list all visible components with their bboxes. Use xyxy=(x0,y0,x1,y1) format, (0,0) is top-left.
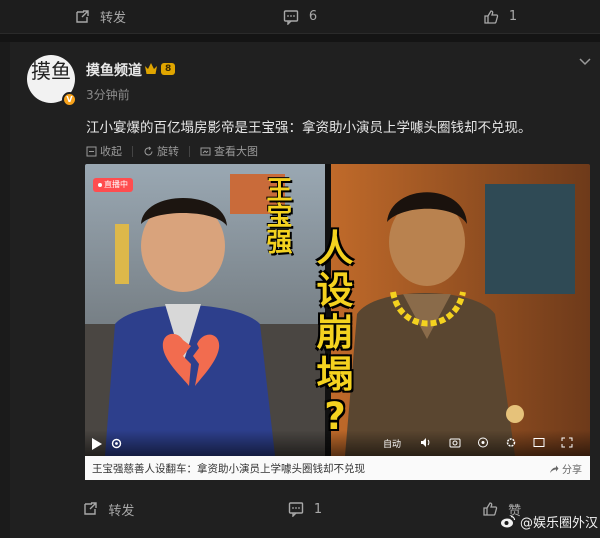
pip-icon[interactable] xyxy=(477,437,489,448)
comment-button[interactable]: 1 xyxy=(207,492,404,526)
comment-icon xyxy=(283,9,299,25)
collapse-button[interactable]: 收起 xyxy=(86,143,122,159)
avatar-text: 摸鱼 xyxy=(31,59,71,83)
headline-char: 塌 xyxy=(316,353,354,396)
repost-button[interactable]: 转发 xyxy=(0,0,200,33)
crown-icon xyxy=(145,63,157,74)
rotate-icon xyxy=(144,146,153,155)
toolbar-divider xyxy=(189,145,190,157)
rotate-label: 旋转 xyxy=(157,145,179,158)
repost-button[interactable]: 转发 xyxy=(10,492,207,526)
repost-label: 转发 xyxy=(108,503,135,519)
auto-quality-label[interactable]: 自动 xyxy=(383,437,401,450)
verified-badge-icon: V xyxy=(62,92,77,107)
share-icon xyxy=(550,465,559,473)
headline-char: 人 xyxy=(316,227,354,270)
video-caption[interactable]: 王宝强慈善人设翻车：拿资助小演员上学噱头圈钱却不兑现 xyxy=(92,461,365,476)
play-icon[interactable] xyxy=(92,438,102,450)
username[interactable]: 摸鱼频道 xyxy=(86,60,142,80)
post-card: 摸鱼 V 摸鱼频道 8 3分钟前 江小宴爆的百亿塌房影帝是王宝强：拿资助小演员上… xyxy=(10,42,600,538)
video-player[interactable]: 直播中 王宝强 人 设 崩 塌 ? 自动 xyxy=(85,164,590,480)
collapse-label: 收起 xyxy=(100,145,122,158)
view-large-icon xyxy=(200,147,211,155)
expand-icon[interactable] xyxy=(561,437,573,448)
toolbar-divider xyxy=(132,145,133,157)
post-text: 江小宴爆的百亿塌房影帝是王宝强：拿资助小演员上学噱头圈钱却不兑现。 xyxy=(86,120,532,136)
view-large-button[interactable]: 查看大图 xyxy=(200,143,258,159)
like-count: 1 xyxy=(508,9,518,24)
watermark: @娱乐圈外汉 xyxy=(500,512,598,531)
live-tag: 直播中 xyxy=(93,178,133,192)
comment-count: 1 xyxy=(313,501,323,517)
weibo-logo-icon xyxy=(501,515,516,528)
live-tag-label: 直播中 xyxy=(104,180,128,189)
thumbs-up-icon xyxy=(483,502,498,516)
watch-shape xyxy=(506,405,524,423)
video-caption-bar: 王宝强慈善人设翻车：拿资助小演员上学噱头圈钱却不兑现 分享 xyxy=(85,456,590,480)
post-time[interactable]: 3分钟前 xyxy=(86,86,130,103)
chevron-down-icon[interactable] xyxy=(579,58,591,66)
previous-post-action-bar: 转发 6 1 xyxy=(0,0,600,34)
post-separator xyxy=(0,34,600,42)
like-button[interactable]: 1 xyxy=(400,0,600,33)
level-badge: 8 xyxy=(161,63,176,75)
rotate-button[interactable]: 旋转 xyxy=(143,143,179,159)
fullscreen-icon[interactable] xyxy=(533,437,545,448)
gear-icon[interactable] xyxy=(505,437,517,448)
view-large-label: 查看大图 xyxy=(214,145,258,158)
bystander-shape xyxy=(115,224,129,284)
repost-label: 转发 xyxy=(99,11,126,26)
settings-icon[interactable] xyxy=(111,438,122,449)
screenshot-icon[interactable] xyxy=(449,437,461,448)
thumbs-up-icon xyxy=(484,9,499,24)
repost-icon xyxy=(84,502,98,515)
headline-text: 人 设 崩 塌 ? xyxy=(309,228,361,438)
truck-window xyxy=(485,184,575,294)
player-controls: 自动 xyxy=(85,430,590,456)
live-dot-icon xyxy=(98,183,102,187)
share-button[interactable]: 分享 xyxy=(549,461,582,476)
headline-char: 设 xyxy=(316,269,354,312)
headline-char: 崩 xyxy=(316,311,354,354)
volume-icon[interactable] xyxy=(420,437,432,448)
share-label: 分享 xyxy=(562,465,582,476)
watermark-text: @娱乐圈外汉 xyxy=(520,516,599,531)
comment-button[interactable]: 6 xyxy=(200,0,400,33)
repost-icon xyxy=(76,9,89,23)
image-toolbar: 收起 旋转 查看大图 xyxy=(86,143,258,159)
comment-icon xyxy=(288,502,304,517)
name-title: 王宝强 xyxy=(262,176,292,254)
collapse-icon xyxy=(86,146,97,156)
comment-count: 6 xyxy=(308,9,318,24)
